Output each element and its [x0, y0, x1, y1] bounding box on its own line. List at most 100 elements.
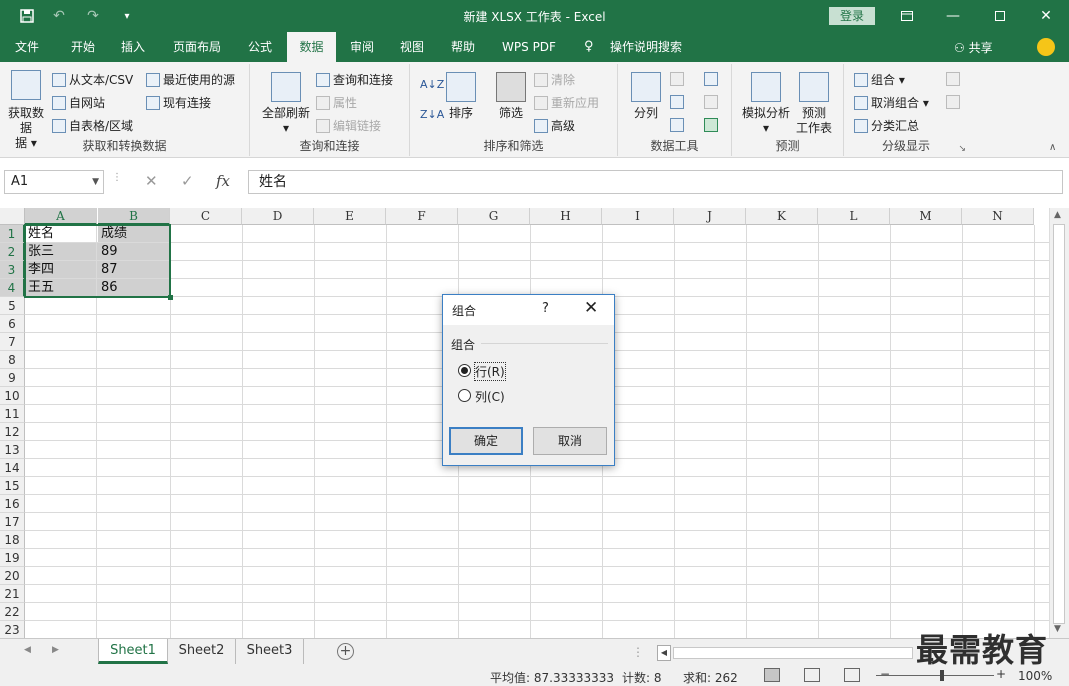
- tab-insert[interactable]: 插入: [110, 32, 156, 62]
- columns-radio[interactable]: [458, 389, 471, 402]
- row-header[interactable]: 2: [0, 243, 25, 261]
- zoom-in-icon[interactable]: +: [996, 667, 1006, 681]
- save-icon[interactable]: [16, 5, 38, 27]
- columns-radio-label[interactable]: 列(C): [475, 388, 505, 405]
- row-header[interactable]: 4: [0, 279, 25, 297]
- zoom-out-icon[interactable]: −: [880, 667, 890, 681]
- name-box-dropdown-icon[interactable]: ▼: [92, 171, 99, 193]
- row-header[interactable]: 11: [0, 405, 25, 423]
- row-header[interactable]: 14: [0, 459, 25, 477]
- row-header[interactable]: 5: [0, 297, 25, 315]
- vertical-scroll-thumb[interactable]: [1053, 224, 1065, 624]
- show-detail-icon[interactable]: [946, 72, 960, 86]
- maximize-icon[interactable]: [977, 0, 1023, 32]
- column-header[interactable]: M: [890, 208, 962, 225]
- advanced-button[interactable]: 高级: [534, 117, 575, 134]
- recent-sources-button[interactable]: 最近使用的源: [146, 71, 235, 88]
- collapse-ribbon-icon[interactable]: ∧: [1049, 142, 1056, 153]
- scroll-down-icon[interactable]: ▼: [1054, 624, 1061, 634]
- forecast-sheet-button[interactable]: 预测 工作表: [792, 106, 836, 136]
- tab-view[interactable]: 视图: [390, 32, 434, 62]
- column-header[interactable]: E: [314, 208, 386, 225]
- row-header[interactable]: 22: [0, 603, 25, 621]
- row-header[interactable]: 7: [0, 333, 25, 351]
- prev-sheet-icon[interactable]: ◀: [24, 645, 31, 655]
- name-box[interactable]: A1 ▼: [4, 170, 104, 194]
- tab-home[interactable]: 开始: [60, 32, 106, 62]
- minimize-icon[interactable]: —: [930, 0, 976, 32]
- share-button[interactable]: ⚇ 共享: [954, 39, 993, 56]
- remove-duplicates-icon[interactable]: [670, 95, 684, 109]
- fill-handle[interactable]: [168, 295, 173, 300]
- cancel-button[interactable]: 取消: [533, 427, 607, 455]
- select-all-corner[interactable]: [0, 208, 25, 225]
- tab-formulas[interactable]: 公式: [238, 32, 282, 62]
- from-table-button[interactable]: 自表格/区域: [52, 117, 133, 134]
- rows-radio-label[interactable]: 行(R): [474, 362, 506, 381]
- tab-help[interactable]: 帮助: [441, 32, 485, 62]
- zoom-slider[interactable]: [876, 675, 994, 676]
- page-layout-view-icon[interactable]: [804, 668, 820, 682]
- formula-input[interactable]: 姓名: [248, 170, 1063, 194]
- row-header[interactable]: 6: [0, 315, 25, 333]
- sort-button[interactable]: 排序: [442, 106, 480, 121]
- row-header[interactable]: 20: [0, 567, 25, 585]
- refresh-all-button[interactable]: 全部刷新 ▾: [256, 106, 316, 136]
- column-header[interactable]: H: [530, 208, 602, 225]
- existing-connections-button[interactable]: 现有连接: [146, 94, 211, 111]
- from-text-csv-button[interactable]: 从文本/CSV: [52, 71, 133, 88]
- tab-review[interactable]: 审阅: [340, 32, 384, 62]
- insert-function-icon[interactable]: fx: [216, 172, 230, 190]
- hide-detail-icon[interactable]: [946, 95, 960, 109]
- row-header[interactable]: 3: [0, 261, 25, 279]
- from-web-button[interactable]: 自网站: [52, 94, 105, 111]
- close-icon[interactable]: ✕: [1023, 0, 1069, 32]
- help-button[interactable]: ?: [542, 301, 549, 316]
- column-header[interactable]: J: [674, 208, 746, 225]
- row-header[interactable]: 18: [0, 531, 25, 549]
- column-header[interactable]: L: [818, 208, 890, 225]
- tell-me-search[interactable]: 操作说明搜索: [604, 32, 688, 62]
- sort-asc-icon[interactable]: A↓Z: [420, 78, 444, 91]
- consolidate-icon[interactable]: [704, 72, 718, 86]
- subtotal-button[interactable]: 分类汇总: [854, 117, 919, 134]
- scroll-left-icon[interactable]: ◀: [657, 645, 671, 661]
- horizontal-scrollbar[interactable]: ◀: [657, 645, 917, 661]
- tab-data[interactable]: 数据: [287, 32, 336, 62]
- sheet-tab-sheet3[interactable]: Sheet3: [236, 639, 304, 664]
- split-handle-icon[interactable]: ⋮: [632, 645, 644, 659]
- relationships-icon[interactable]: [704, 95, 718, 109]
- row-header[interactable]: 12: [0, 423, 25, 441]
- properties-button[interactable]: 属性: [316, 94, 357, 111]
- login-button[interactable]: 登录: [829, 7, 875, 25]
- queries-connections-button[interactable]: 查询和连接: [316, 71, 393, 88]
- row-header[interactable]: 13: [0, 441, 25, 459]
- ungroup-button[interactable]: 取消组合 ▾: [854, 94, 929, 111]
- undo-icon[interactable]: ↶: [48, 5, 70, 27]
- dialog-close-icon[interactable]: ✕: [584, 298, 598, 318]
- ok-button[interactable]: 确定: [449, 427, 523, 455]
- page-break-view-icon[interactable]: [844, 668, 860, 682]
- what-if-button[interactable]: 模拟分析 ▾: [736, 106, 796, 136]
- row-header[interactable]: 9: [0, 369, 25, 387]
- data-validation-icon[interactable]: [670, 118, 684, 132]
- data-model-icon[interactable]: [704, 118, 718, 132]
- column-header[interactable]: A: [25, 208, 97, 225]
- ribbon-display-icon[interactable]: [884, 0, 930, 32]
- smiley-icon[interactable]: [1037, 38, 1055, 56]
- scroll-up-icon[interactable]: ▲: [1054, 210, 1061, 220]
- row-header[interactable]: 15: [0, 477, 25, 495]
- row-header[interactable]: 16: [0, 495, 25, 513]
- text-to-columns-button[interactable]: 分列: [628, 106, 664, 121]
- column-header[interactable]: N: [962, 208, 1034, 225]
- tab-file[interactable]: 文件: [4, 32, 50, 62]
- normal-view-icon[interactable]: [764, 668, 780, 682]
- row-header[interactable]: 10: [0, 387, 25, 405]
- vertical-scrollbar[interactable]: ▲ ▼: [1049, 208, 1069, 638]
- sheet-tab-sheet1[interactable]: Sheet1: [98, 639, 168, 664]
- tab-wps-pdf[interactable]: WPS PDF: [495, 32, 563, 62]
- add-sheet-button[interactable]: +: [337, 643, 354, 660]
- row-header[interactable]: 19: [0, 549, 25, 567]
- column-header[interactable]: I: [602, 208, 674, 225]
- column-header[interactable]: F: [386, 208, 458, 225]
